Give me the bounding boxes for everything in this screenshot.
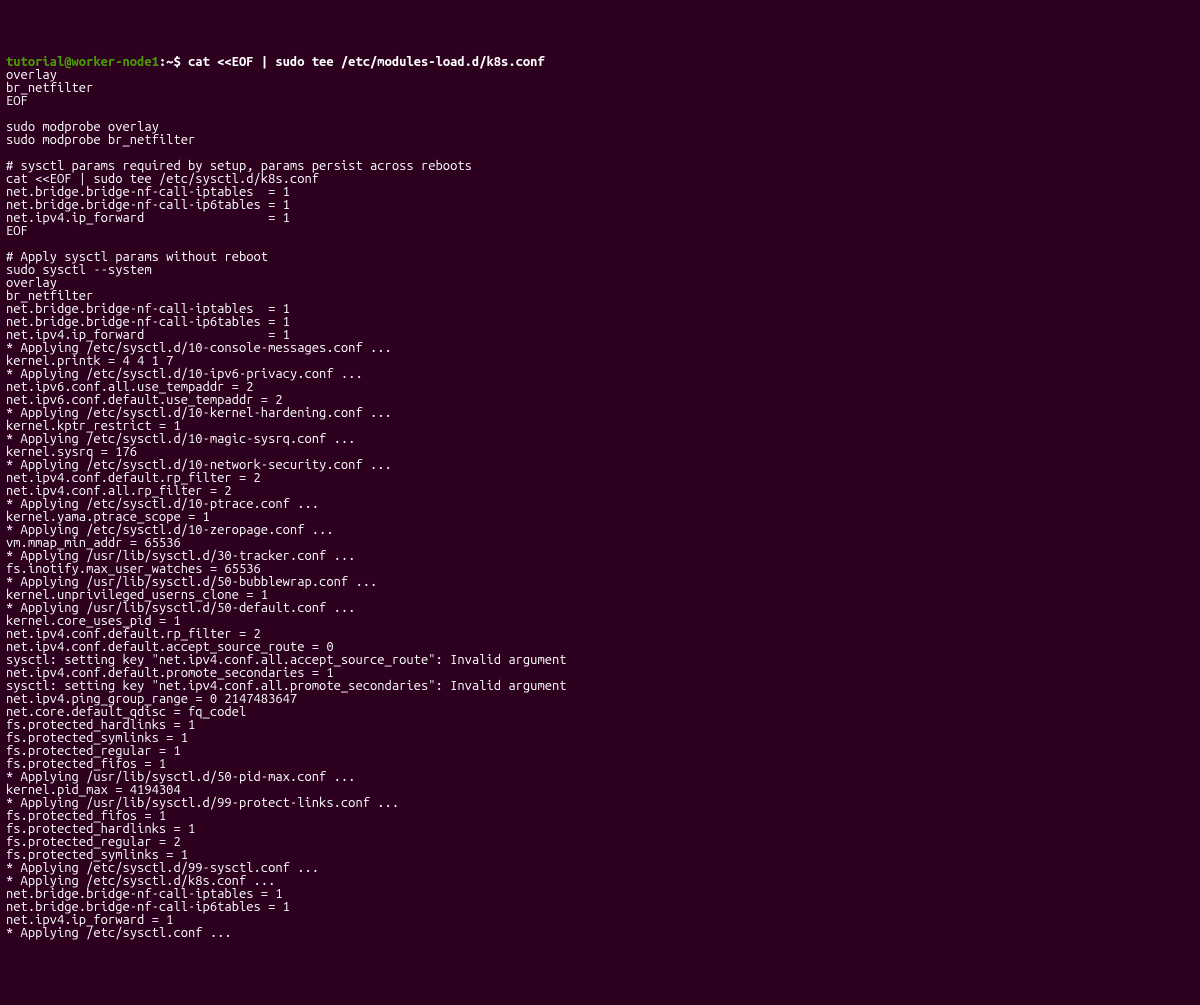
output-line: * Applying /etc/sysctl.conf ... <box>6 927 1194 940</box>
output-line: EOF <box>6 95 1194 108</box>
output-line: net.ipv4.ip_forward = 1 <box>6 914 1194 927</box>
output-line: net.ipv4.ip_forward = 1 <box>6 212 1194 225</box>
output-line: fs.protected_regular = 1 <box>6 745 1194 758</box>
output-line: # Apply sysctl params without reboot <box>6 251 1194 264</box>
output-line: overlay <box>6 277 1194 290</box>
output-line: * Applying /etc/sysctl.d/10-zeropage.con… <box>6 524 1194 537</box>
output-line: EOF <box>6 225 1194 238</box>
output-line: * Applying /etc/sysctl.d/10-magic-sysrq.… <box>6 433 1194 446</box>
output-line: net.bridge.bridge-nf-call-ip6tables = 1 <box>6 901 1194 914</box>
output-line: * Applying /etc/sysctl.d/10-kernel-harde… <box>6 407 1194 420</box>
output-line: overlay <box>6 69 1194 82</box>
prompt-separator: :~$ <box>159 55 188 69</box>
output-line: * Applying /etc/sysctl.d/10-console-mess… <box>6 342 1194 355</box>
output-line <box>6 108 1194 121</box>
output-line: fs.protected_symlinks = 1 <box>6 732 1194 745</box>
output-line: br_netfilter <box>6 82 1194 95</box>
prompt-line[interactable]: tutorial@worker-node1:~$ cat <<EOF | sud… <box>6 56 1194 69</box>
output-line: * Applying /usr/lib/sysctl.d/50-pid-max.… <box>6 771 1194 784</box>
output-line: * Applying /usr/lib/sysctl.d/50-default.… <box>6 602 1194 615</box>
output-line: sudo modprobe br_netfilter <box>6 134 1194 147</box>
command-text: cat <<EOF | sudo tee /etc/modules-load.d… <box>188 55 545 69</box>
output-line: sudo sysctl --system <box>6 264 1194 277</box>
terminal-output: overlaybr_netfilterEOFsudo modprobe over… <box>6 69 1194 940</box>
terminal-window[interactable]: tutorial@worker-node1:~$ cat <<EOF | sud… <box>6 56 1194 940</box>
prompt-user: tutorial@worker-node1 <box>6 55 159 69</box>
output-line: * Applying /usr/lib/sysctl.d/99-protect-… <box>6 797 1194 810</box>
output-line: net.bridge.bridge-nf-call-iptables = 1 <box>6 888 1194 901</box>
output-line: fs.protected_hardlinks = 1 <box>6 823 1194 836</box>
